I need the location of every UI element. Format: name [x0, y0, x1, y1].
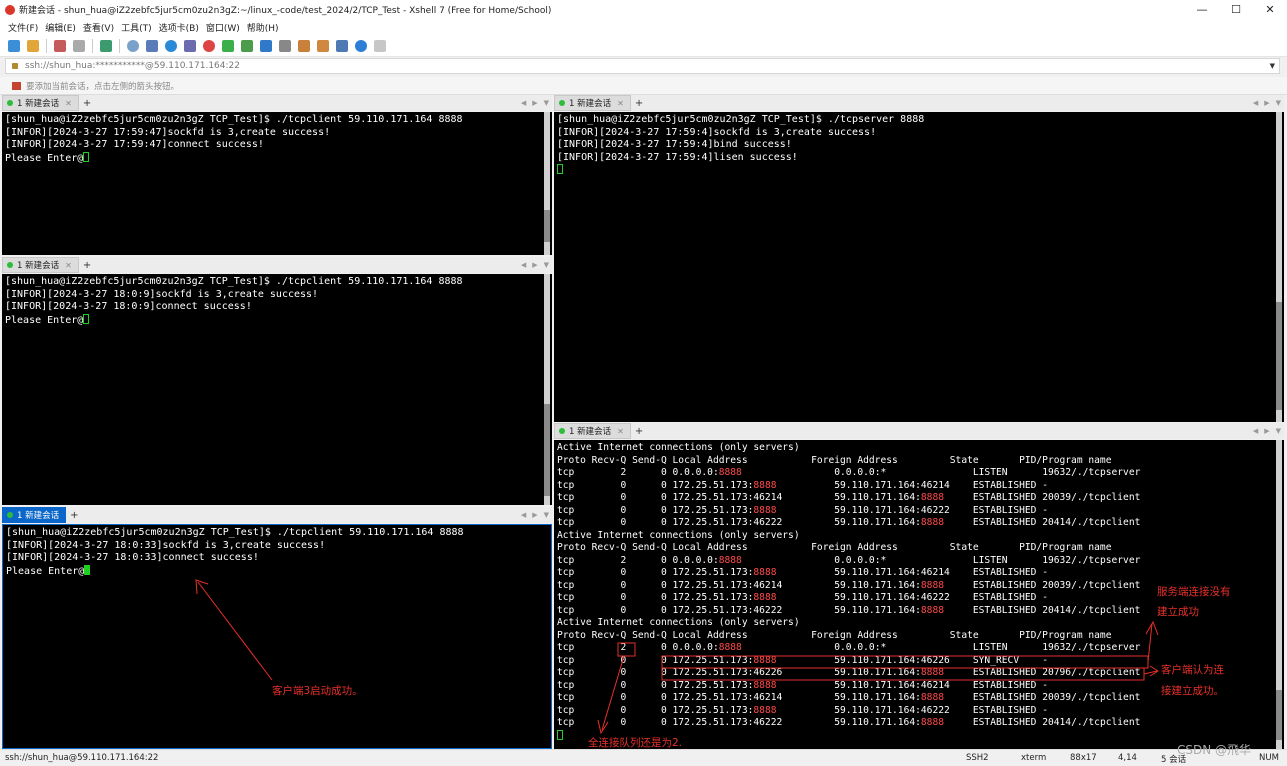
annotation-client-line1: 客户端认为连: [1161, 664, 1224, 676]
status-bar: ssh://shun_hua@59.110.171.164:22 SSH2 xt…: [0, 749, 1287, 766]
annotation-server-line2: 建立成功: [1157, 606, 1199, 618]
annotation-client-line2: 接建立成功。: [1161, 685, 1224, 697]
arrow-client3: [197, 581, 273, 681]
status-terminal-type: xterm: [1021, 753, 1047, 763]
status-protocol: SSH2: [966, 753, 989, 763]
annotation-client3: 客户端3启动成功。: [272, 685, 363, 697]
arrow-queue: [601, 655, 625, 731]
status-cursor-pos: 4,14: [1118, 753, 1137, 763]
annotation-queue: 全连接队列还是为2.: [588, 737, 683, 749]
recv-q-box: [617, 642, 636, 657]
annotation-server-line1: 服务端连接没有: [1157, 586, 1231, 598]
status-numlock: NUM: [1259, 753, 1279, 763]
status-host: ssh://shun_hua@59.110.171.164:22: [5, 753, 159, 763]
annotation-overlay: [195, 579, 1159, 735]
established-box: [661, 667, 1145, 681]
watermark: CSDN @飛华: [1177, 743, 1252, 757]
status-size: 88x17: [1070, 753, 1097, 763]
syn-recv-box: [661, 655, 1149, 669]
